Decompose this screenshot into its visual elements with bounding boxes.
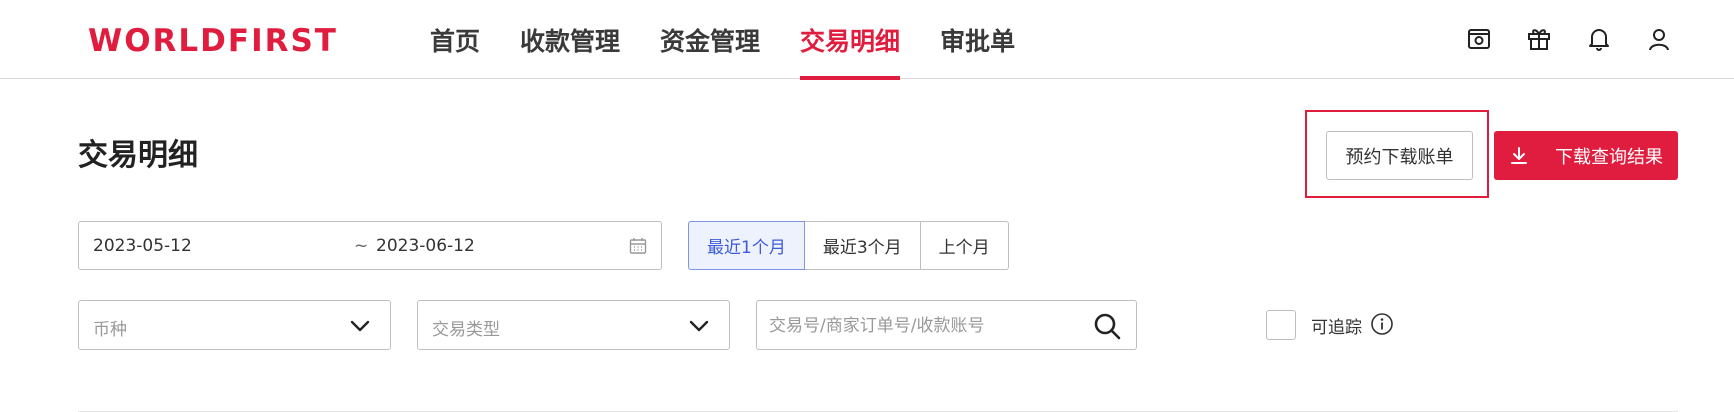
user-icon[interactable] bbox=[1642, 22, 1676, 56]
calendar-icon[interactable] bbox=[629, 237, 647, 260]
traceable-checkbox[interactable] bbox=[1266, 310, 1296, 340]
top-header: WORLDFIRST 首页 收款管理 资金管理 交易明细 审批单 bbox=[0, 0, 1734, 80]
currency-select[interactable]: 币种 bbox=[78, 300, 391, 350]
date-range-picker[interactable]: 2023-05-12 ~ 2023-06-12 bbox=[78, 221, 662, 270]
range-last-3-months[interactable]: 最近3个月 bbox=[803, 221, 921, 270]
date-end: 2023-06-12 bbox=[376, 236, 475, 256]
transaction-type-placeholder: 交易类型 bbox=[432, 320, 500, 340]
range-last-month[interactable]: 上个月 bbox=[919, 221, 1009, 270]
chevron-down-icon bbox=[350, 318, 370, 337]
range-last-1-month[interactable]: 最近1个月 bbox=[688, 221, 805, 270]
nav-item-approvals[interactable]: 审批单 bbox=[940, 0, 1015, 79]
search-box bbox=[756, 300, 1137, 350]
download-results-label: 下载查询结果 bbox=[1555, 146, 1663, 168]
search-icon[interactable] bbox=[1092, 311, 1122, 345]
nav-item-transactions[interactable]: 交易明细 bbox=[800, 0, 901, 80]
transaction-type-select[interactable]: 交易类型 bbox=[417, 300, 730, 350]
page-title: 交易明细 bbox=[78, 138, 198, 173]
traceable-label: 可追踪 bbox=[1311, 318, 1362, 338]
nav-item-home[interactable]: 首页 bbox=[430, 0, 480, 79]
worldfirst-logo[interactable]: WORLDFIRST bbox=[88, 22, 338, 60]
nav-item-collections[interactable]: 收款管理 bbox=[520, 0, 620, 79]
quick-range-selector: 最近1个月 最近3个月 上个月 bbox=[688, 221, 1009, 270]
date-separator: ~ bbox=[354, 236, 369, 256]
chevron-down-icon bbox=[689, 318, 709, 337]
gift-icon[interactable] bbox=[1522, 22, 1556, 56]
currency-placeholder: 币种 bbox=[93, 320, 127, 340]
schedule-download-button[interactable]: 预约下载账单 bbox=[1326, 131, 1473, 180]
inbox-icon[interactable] bbox=[1462, 22, 1496, 56]
nav-item-funds[interactable]: 资金管理 bbox=[660, 0, 760, 79]
info-icon[interactable] bbox=[1370, 312, 1394, 340]
header-actions bbox=[1436, 22, 1676, 56]
download-results-button[interactable]: 下载查询结果 bbox=[1494, 131, 1678, 180]
search-input[interactable] bbox=[769, 313, 1069, 339]
date-start: 2023-05-12 bbox=[93, 236, 192, 256]
bell-icon[interactable] bbox=[1582, 22, 1616, 56]
main-nav: 首页 收款管理 资金管理 交易明细 审批单 bbox=[430, 0, 1055, 80]
download-icon bbox=[1509, 146, 1529, 166]
